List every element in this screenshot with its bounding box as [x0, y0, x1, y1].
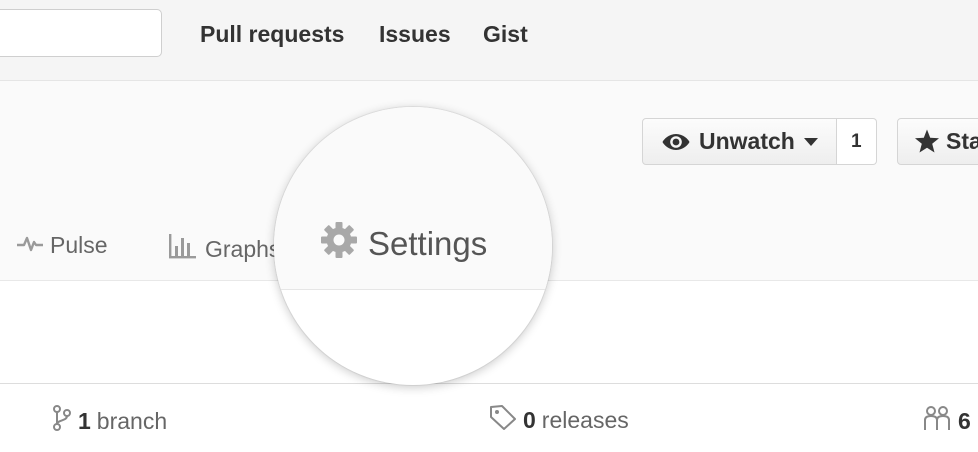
tab-graphs[interactable]: Graphs — [167, 232, 280, 266]
watchers-count[interactable]: 1 — [836, 118, 877, 165]
tag-icon — [489, 404, 517, 436]
contributors-icon — [922, 404, 952, 438]
contributor-count: 6 — [958, 407, 971, 434]
gear-icon — [320, 221, 358, 267]
pulse-icon — [16, 232, 44, 259]
tab-settings-label: Settings — [368, 225, 488, 262]
nav-pull-requests[interactable]: Pull requests — [200, 20, 344, 48]
search-input[interactable] — [0, 9, 162, 57]
contributors-summary[interactable]: 6 — [922, 404, 977, 438]
star-button[interactable]: Sta — [897, 118, 978, 165]
release-label: releases — [541, 406, 629, 433]
branch-count: 1 — [78, 407, 91, 434]
release-count: 0 — [523, 406, 536, 433]
watch-button-group: Unwatch 1 — [642, 118, 877, 165]
nav-gist[interactable]: Gist — [483, 20, 528, 48]
github-repo-page: Pull requests Issues Gist Unwatch 1 Sta … — [0, 0, 978, 452]
site-header: Pull requests Issues Gist — [0, 0, 978, 81]
nav-issues[interactable]: Issues — [379, 20, 451, 48]
tab-settings[interactable]: Settings — [320, 221, 487, 267]
star-icon — [914, 129, 940, 154]
eye-icon — [661, 131, 691, 153]
repo-summary-bar: 1 branch 0 releases 6 — [0, 383, 978, 452]
tab-pulse[interactable]: Pulse — [16, 232, 108, 259]
unwatch-label: Unwatch — [699, 128, 795, 154]
tab-graphs-label: Graphs — [205, 235, 281, 262]
releases-summary[interactable]: 0 releases — [489, 404, 629, 436]
settings-magnifier: Settings — [274, 107, 552, 385]
branches-summary[interactable]: 1 branch — [52, 404, 167, 438]
chevron-down-icon — [803, 137, 818, 146]
tab-pulse-label: Pulse — [50, 232, 108, 258]
star-label: Sta — [946, 128, 978, 154]
branch-label: branch — [96, 407, 168, 434]
unwatch-button[interactable]: Unwatch — [642, 118, 837, 165]
branch-icon — [52, 404, 72, 438]
graph-icon — [167, 232, 197, 266]
